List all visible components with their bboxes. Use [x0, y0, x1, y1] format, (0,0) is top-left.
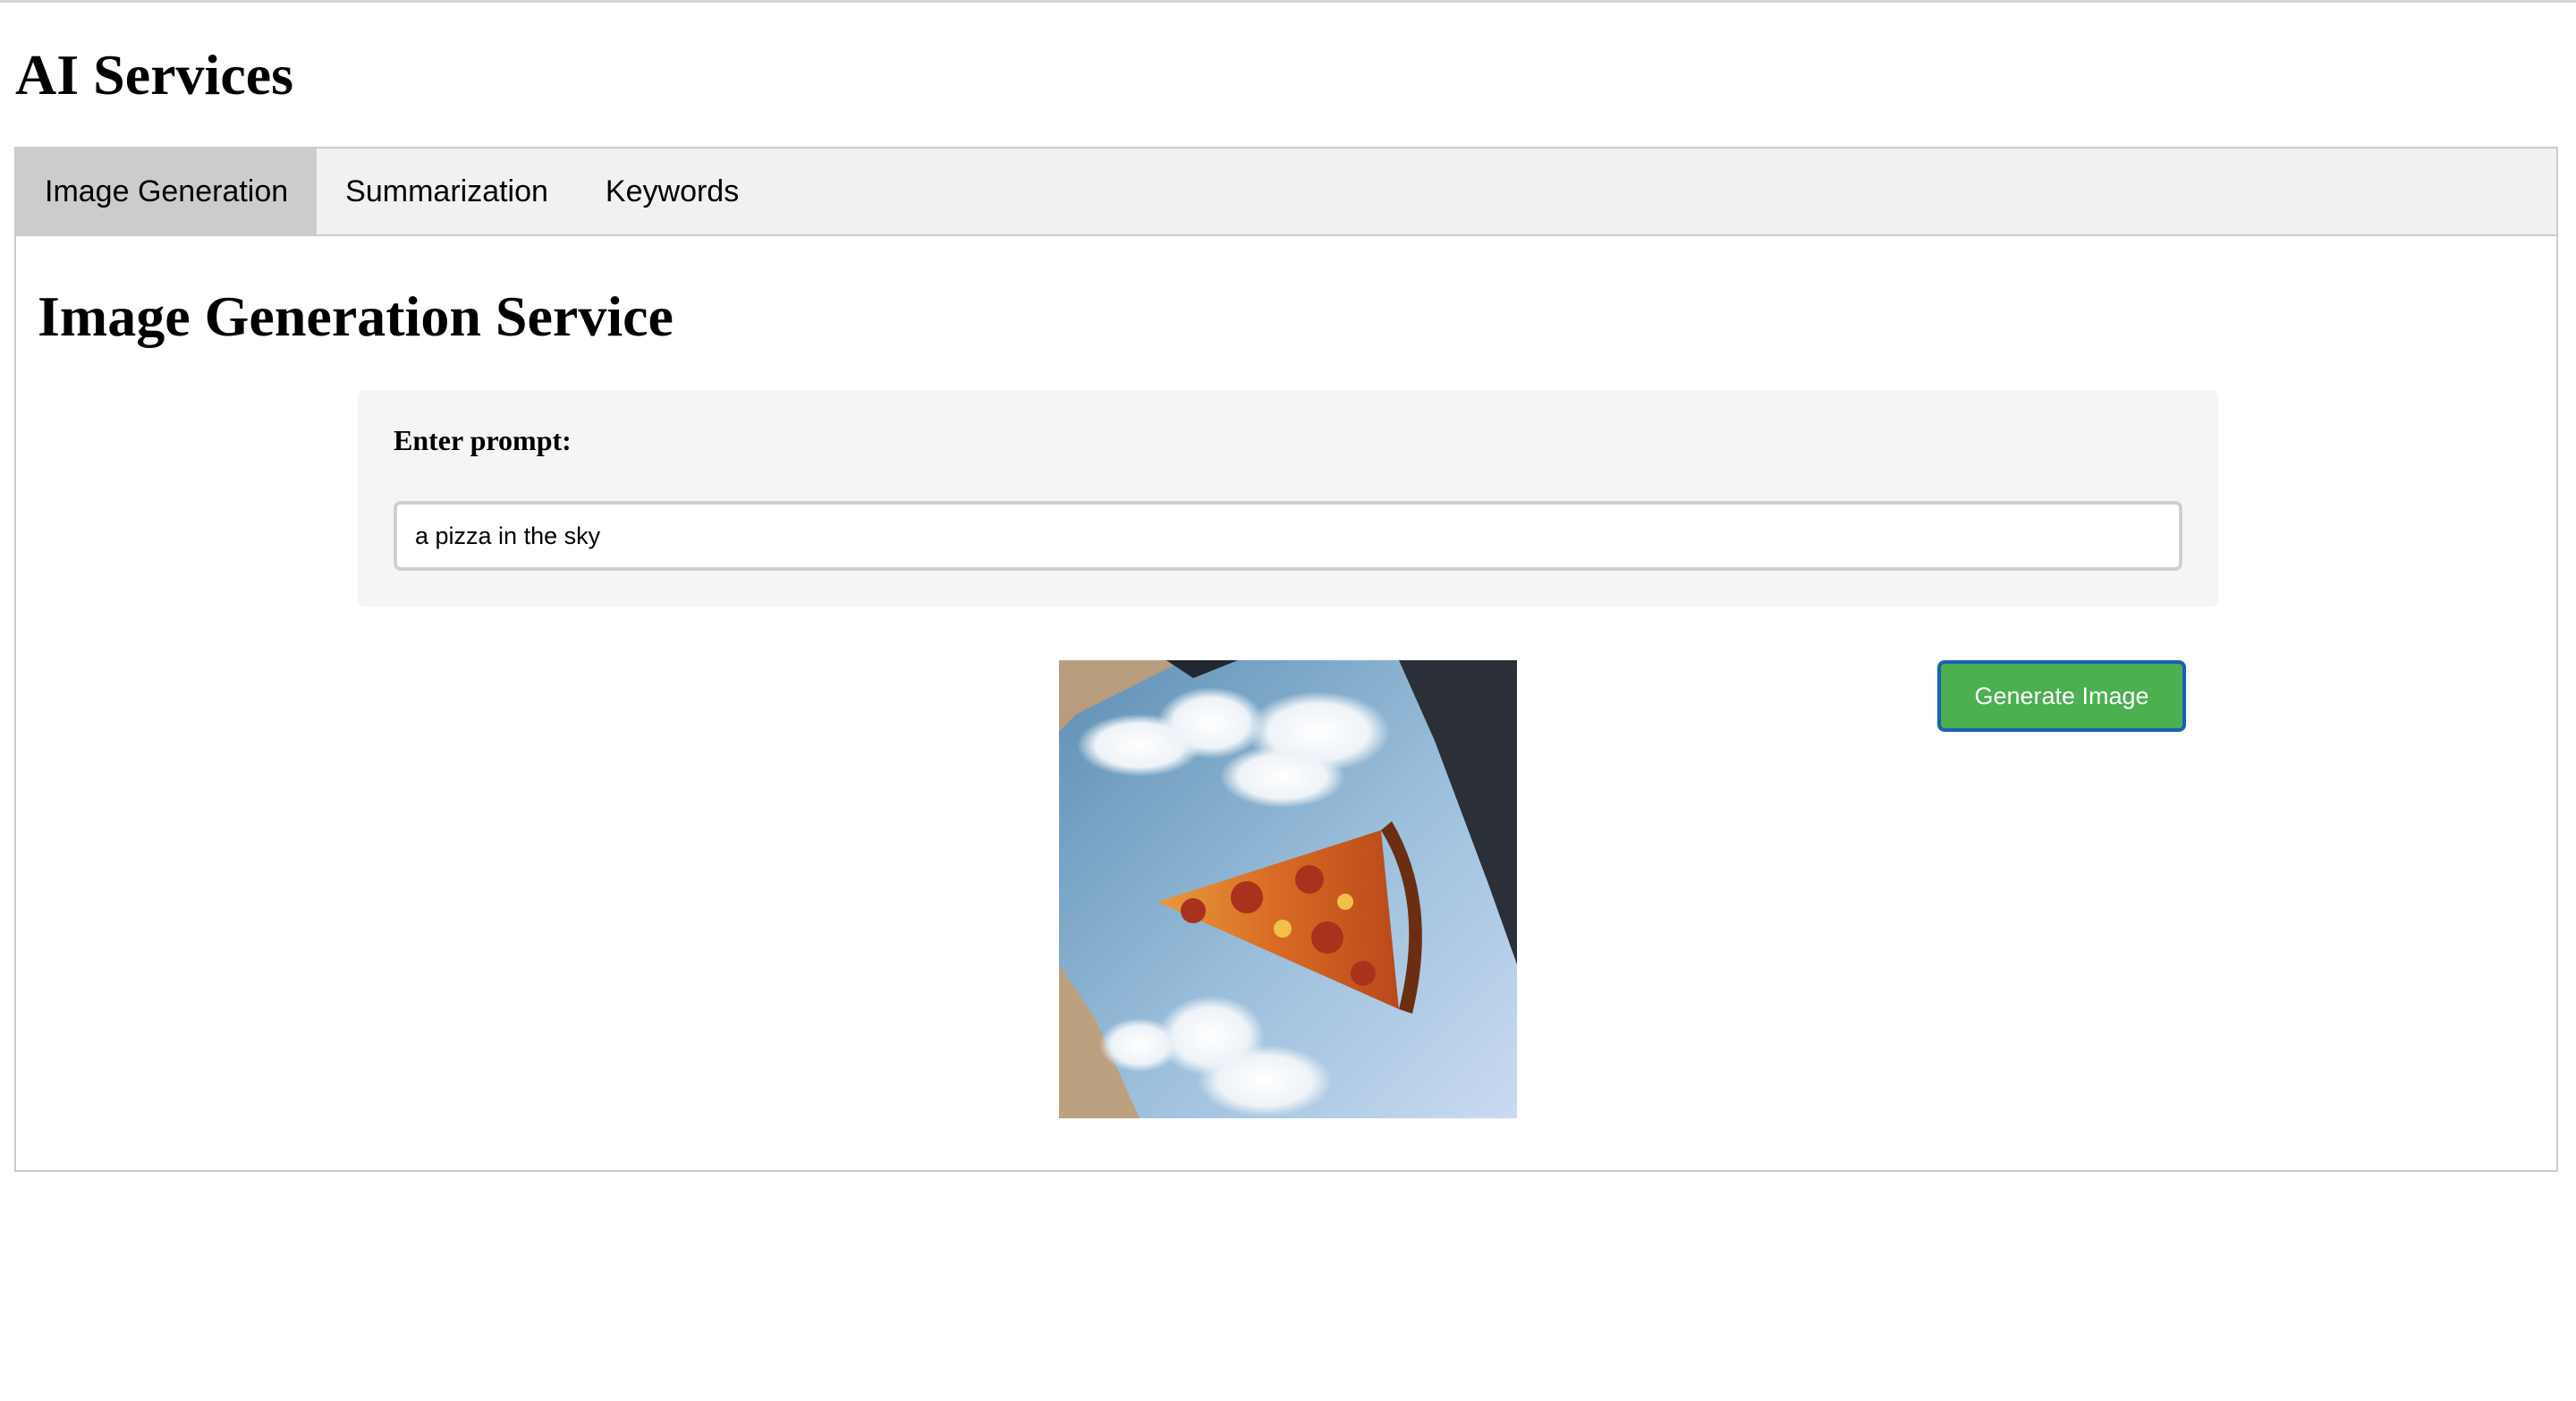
service-heading: Image Generation Service	[38, 284, 674, 348]
prompt-label: Enter prompt:	[394, 424, 572, 456]
tab-bar: Image Generation Summarization Keywords	[16, 149, 2556, 236]
tab-image-generation[interactable]: Image Generation	[16, 149, 318, 234]
prompt-input[interactable]	[394, 501, 2182, 571]
tab-summarization[interactable]: Summarization	[317, 149, 577, 234]
prompt-form: Enter prompt:	[358, 390, 2218, 607]
generate-image-button[interactable]: Generate Image	[1937, 660, 2186, 732]
top-divider	[0, 0, 2576, 3]
tab-keywords[interactable]: Keywords	[577, 149, 767, 234]
tabs-container: Image Generation Summarization Keywords …	[14, 147, 2558, 1172]
page-title: AI Services	[15, 43, 294, 106]
image-generation-panel: Image Generation Service Enter prompt: G…	[16, 236, 2556, 1170]
generated-image	[1059, 660, 1517, 1118]
